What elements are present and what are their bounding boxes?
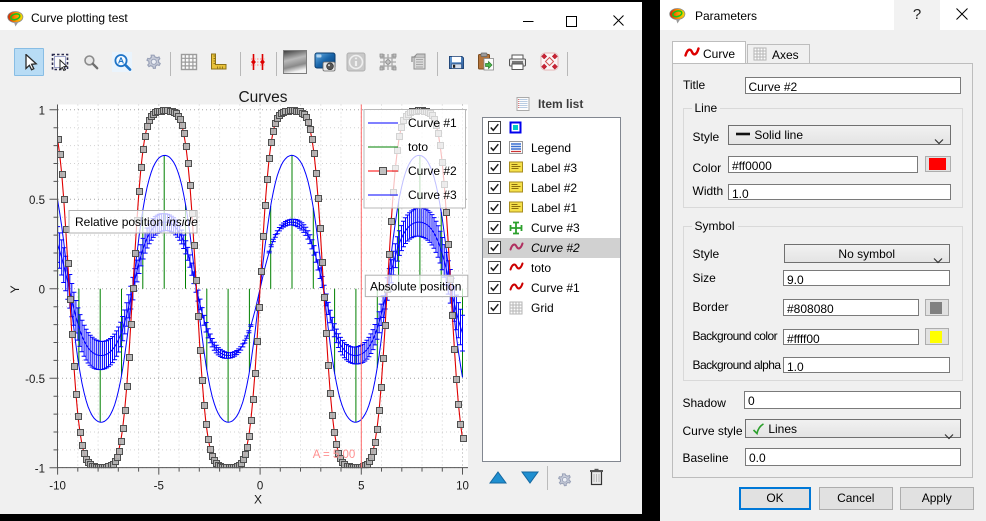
svg-text:toto: toto [408, 140, 428, 154]
svg-text:-1: -1 [35, 464, 45, 476]
svg-text:Curves: Curves [238, 89, 287, 106]
svg-text:-10: -10 [49, 481, 66, 493]
svg-text:Y: Y [8, 285, 22, 293]
svg-text:-0.5: -0.5 [25, 374, 45, 386]
svg-text:0: 0 [39, 285, 45, 297]
svg-text:10: 10 [456, 481, 469, 493]
svg-text:1: 1 [39, 106, 45, 118]
svg-text:5: 5 [358, 481, 364, 493]
svg-text:X: X [254, 493, 262, 507]
svg-text:Curve #2: Curve #2 [408, 164, 457, 178]
svg-text:-5: -5 [154, 481, 164, 493]
svg-text:Absolute position: Absolute position [370, 280, 461, 294]
svg-text:0.5: 0.5 [29, 195, 45, 207]
svg-text:0: 0 [257, 481, 263, 493]
svg-text:A = 5.00: A = 5.00 [313, 449, 356, 461]
svg-text:Relative position inside: Relative position inside [75, 215, 198, 229]
svg-text:Curve #3: Curve #3 [408, 188, 457, 202]
svg-text:Curve #1: Curve #1 [408, 116, 457, 130]
